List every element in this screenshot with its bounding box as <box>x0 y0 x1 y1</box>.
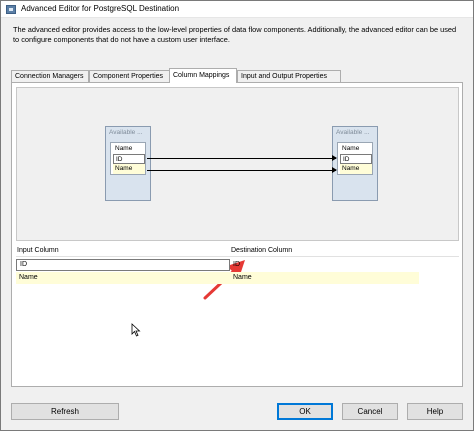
tab-column-mappings[interactable]: Column Mappings <box>169 68 237 83</box>
source-column-id[interactable]: ID <box>113 154 145 164</box>
mapping-line-name[interactable] <box>147 170 336 171</box>
title-bar[interactable]: Advanced Editor for PostgreSQL Destinati… <box>1 1 473 18</box>
input-column-cell[interactable]: ID <box>16 259 230 271</box>
input-column-cell[interactable]: Name <box>16 272 230 284</box>
table-row[interactable]: ID ID <box>16 259 419 271</box>
refresh-button[interactable]: Refresh <box>11 403 119 420</box>
advanced-editor-window: Advanced Editor for PostgreSQL Destinati… <box>0 0 474 431</box>
tab-connection-managers[interactable]: Connection Managers <box>11 70 89 82</box>
mapping-arrowhead-name <box>332 167 337 173</box>
destination-column-name[interactable]: Name <box>340 164 372 174</box>
tab-component-properties[interactable]: Component Properties <box>89 70 170 82</box>
table-row[interactable]: Name Name <box>16 272 419 284</box>
tab-input-output-properties[interactable]: Input and Output Properties <box>237 70 341 82</box>
source-box-title: Available ... <box>109 129 143 136</box>
mapping-arrowhead-id <box>332 155 337 161</box>
editor-description: The advanced editor provides access to t… <box>13 25 457 44</box>
available-input-columns-box[interactable]: Available ... Name ID Name <box>105 126 151 201</box>
column-mappings-panel: Available ... Name ID Name Available ...… <box>11 82 463 387</box>
source-column-header: Name <box>115 145 133 152</box>
source-column-name[interactable]: Name <box>113 164 145 174</box>
cancel-button[interactable]: Cancel <box>342 403 398 420</box>
destination-column-header: Name <box>342 145 360 152</box>
destination-column-list: Name ID Name <box>337 142 373 175</box>
grid-header: Input Column Destination Column <box>16 245 459 257</box>
destination-box-title: Available ... <box>336 129 370 136</box>
header-destination-column[interactable]: Destination Column <box>231 245 292 257</box>
window-title: Advanced Editor for PostgreSQL Destinati… <box>21 4 180 13</box>
mouse-pointer-icon <box>131 323 141 337</box>
mapping-canvas[interactable]: Available ... Name ID Name Available ...… <box>16 87 459 241</box>
destination-column-cell[interactable]: Name <box>231 272 419 284</box>
destination-column-id[interactable]: ID <box>340 154 372 164</box>
ok-button[interactable]: OK <box>277 403 333 420</box>
available-destination-columns-box[interactable]: Available ... Name ID Name <box>332 126 378 201</box>
app-icon <box>6 5 16 14</box>
header-input-column[interactable]: Input Column <box>16 245 59 257</box>
mapping-line-id[interactable] <box>147 158 336 159</box>
help-button[interactable]: Help <box>407 403 463 420</box>
destination-column-cell[interactable]: ID <box>231 259 419 271</box>
source-column-list: Name ID Name <box>110 142 146 175</box>
column-mapping-grid: Input Column Destination Column ID ID Na… <box>16 245 459 383</box>
